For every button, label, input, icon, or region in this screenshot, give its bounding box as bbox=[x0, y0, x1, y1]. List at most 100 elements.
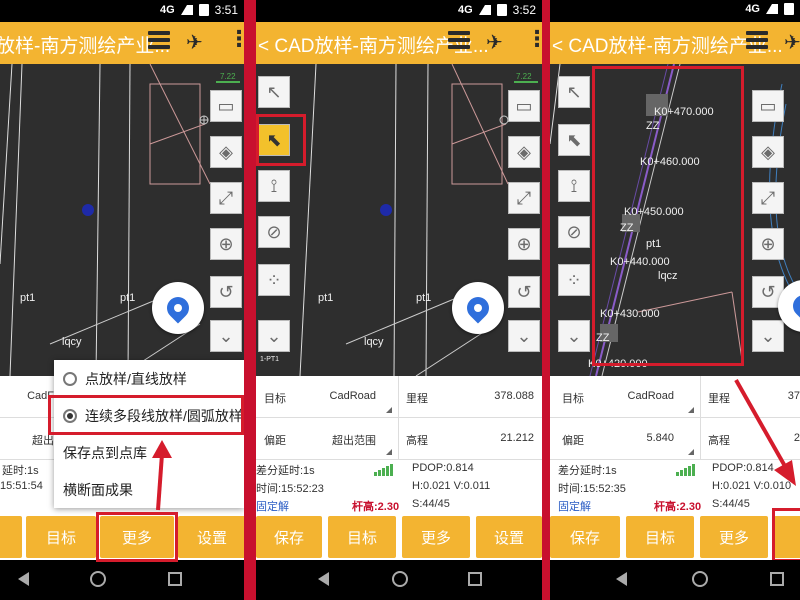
fullscreen-icon[interactable]: ⤢ bbox=[508, 182, 540, 214]
scale-label: 7.22 bbox=[516, 72, 532, 81]
list-icon[interactable] bbox=[746, 31, 768, 53]
more-button[interactable]: 更多 bbox=[700, 516, 768, 558]
points-icon[interactable]: ⁘ bbox=[558, 264, 590, 296]
settings-button[interactable]: 设置 bbox=[178, 516, 244, 558]
dropdown-icon bbox=[386, 407, 392, 413]
save-button[interactable]: 保存 bbox=[550, 516, 620, 558]
offset-value: 5.840 bbox=[646, 432, 674, 444]
home-icon[interactable] bbox=[392, 571, 408, 587]
home-icon[interactable] bbox=[692, 571, 708, 587]
radio-icon bbox=[63, 371, 77, 386]
back-icon[interactable] bbox=[318, 572, 329, 586]
back-icon[interactable] bbox=[18, 572, 29, 586]
more-icon[interactable]: ⋮ bbox=[228, 28, 244, 50]
recent-apps-icon[interactable] bbox=[168, 572, 182, 586]
target-icon[interactable]: ⊕ bbox=[508, 228, 540, 260]
magnet-icon[interactable]: ↺ bbox=[508, 276, 540, 308]
status-bar: 4G 3:51 bbox=[0, 0, 244, 22]
target-icon[interactable]: ⊕ bbox=[752, 228, 784, 260]
delay-text: 差分延时:1s bbox=[256, 465, 315, 477]
chevron-double-down-icon[interactable]: ⌄ bbox=[752, 320, 784, 352]
layer-label: lqcy bbox=[62, 336, 82, 348]
antenna-icon[interactable]: ⟟ bbox=[258, 170, 290, 202]
info-panel: 目标 CadRoad 里程 378.088 偏距 超出范围 高程 21.212 bbox=[256, 376, 542, 514]
no-snap-icon[interactable]: ⊘ bbox=[558, 216, 590, 248]
satellite-icon[interactable]: ✈ bbox=[486, 30, 503, 55]
recent-apps-icon[interactable] bbox=[770, 572, 784, 586]
cursor-icon[interactable]: ↖ bbox=[258, 76, 290, 108]
app-bar: < CAD放样-南方测绘产业... ✈ bbox=[550, 22, 800, 64]
highlight-box bbox=[256, 114, 306, 166]
save-button[interactable] bbox=[0, 516, 22, 558]
list-icon[interactable] bbox=[448, 31, 470, 53]
network-type: 4G bbox=[159, 4, 175, 16]
status-bar: 4G 3:52 bbox=[256, 0, 542, 22]
highlight-box bbox=[592, 66, 744, 366]
survey-point bbox=[82, 204, 94, 216]
chevron-double-down-icon[interactable]: ⌄ bbox=[258, 320, 290, 352]
mileage-value: 378.088 bbox=[494, 390, 534, 402]
folder-icon[interactable]: ▭ bbox=[508, 90, 540, 122]
save-button[interactable]: 保存 bbox=[256, 516, 322, 558]
back-icon[interactable] bbox=[616, 572, 627, 586]
cursor-select-icon[interactable]: ⬉ bbox=[558, 124, 590, 156]
bottom-buttons: 保存 目标 更多 bbox=[550, 514, 800, 560]
fullscreen-icon[interactable]: ⤢ bbox=[210, 182, 242, 214]
map-view[interactable]: 7.22 pt1 pt1 lqcy ↖ ⬉ ⟟ ⊘ ⁘ ⌄ 1-PT1 ▭ ◈ … bbox=[256, 64, 542, 376]
home-icon[interactable] bbox=[90, 571, 106, 587]
folder-icon[interactable]: ▭ bbox=[752, 90, 784, 122]
more-button[interactable]: 更多 bbox=[402, 516, 470, 558]
magnet-icon[interactable]: ↺ bbox=[210, 276, 242, 308]
offset-label: 偏距 bbox=[264, 435, 286, 447]
more-icon[interactable]: ⋮ bbox=[526, 28, 542, 50]
target-value: CadRoad bbox=[627, 390, 674, 402]
satellites-text: S:44/45 bbox=[712, 498, 750, 510]
network-type: 4G bbox=[457, 4, 473, 16]
info-row: 目标 CadRoad 里程 378.088 bbox=[256, 376, 542, 418]
dropdown-icon bbox=[688, 407, 694, 413]
system-nav bbox=[0, 560, 244, 600]
survey-point bbox=[380, 204, 392, 216]
compass-icon[interactable]: ◈ bbox=[210, 136, 242, 168]
point-label: pt1 bbox=[416, 292, 432, 304]
chevron-double-down-icon[interactable]: ⌄ bbox=[508, 320, 540, 352]
signal-strength-icon bbox=[676, 464, 695, 476]
no-snap-icon[interactable]: ⊘ bbox=[258, 216, 290, 248]
compass-icon[interactable]: ◈ bbox=[752, 136, 784, 168]
points-icon[interactable]: ⁘ bbox=[258, 264, 290, 296]
battery-icon bbox=[496, 4, 507, 16]
target-button[interactable]: 目标 bbox=[328, 516, 396, 558]
time-text: 时间:15:52:35 bbox=[558, 483, 626, 495]
signal-icon bbox=[180, 5, 193, 15]
satellite-icon[interactable]: ✈ bbox=[186, 30, 203, 55]
fullscreen-icon[interactable]: ⤢ bbox=[752, 182, 784, 214]
elevation-label: 高程 bbox=[708, 435, 730, 447]
locate-button[interactable] bbox=[452, 282, 504, 334]
delay-text: 延时:1s bbox=[2, 465, 39, 477]
map-view[interactable]: 7.22 pt1 pt1 lqcy ▭ ◈ ⤢ ⊕ ↺ ⌄ bbox=[0, 64, 244, 376]
locate-button[interactable] bbox=[152, 282, 204, 334]
menu-item-point-stakeout[interactable]: 点放样/直线放样 bbox=[54, 360, 244, 397]
chevron-double-down-icon[interactable]: ⌄ bbox=[210, 320, 242, 352]
mileage-label: 里程 bbox=[406, 393, 428, 405]
screen-panel-1: 4G 3:51 放样-南方测绘产业... ✈ ⋮ 7.22 pt1 pt1 lq… bbox=[0, 0, 244, 600]
highlight-box bbox=[48, 395, 244, 435]
target-button[interactable]: 目标 bbox=[626, 516, 694, 558]
target-icon[interactable]: ⊕ bbox=[210, 228, 242, 260]
folder-icon[interactable]: ▭ bbox=[210, 90, 242, 122]
target-button[interactable]: 目标 bbox=[26, 516, 96, 558]
recent-apps-icon[interactable] bbox=[468, 572, 482, 586]
chevron-double-down-icon[interactable]: ⌄ bbox=[558, 320, 590, 352]
satellite-icon[interactable]: ✈ bbox=[784, 30, 800, 55]
cursor-icon[interactable]: ↖ bbox=[558, 76, 590, 108]
annotation-arrow bbox=[152, 440, 172, 511]
point-label: pt1 bbox=[120, 292, 136, 304]
compass-icon[interactable]: ◈ bbox=[508, 136, 540, 168]
hv-precision: H:0.021 V:0.011 bbox=[412, 480, 491, 492]
antenna-icon[interactable]: ⟟ bbox=[558, 170, 590, 202]
bottom-buttons: 保存 目标 更多 设置 bbox=[256, 514, 542, 560]
target-label: 目标 bbox=[562, 393, 584, 405]
list-icon[interactable] bbox=[148, 31, 170, 53]
dropdown-icon bbox=[386, 449, 392, 455]
settings-button[interactable]: 设置 bbox=[476, 516, 542, 558]
